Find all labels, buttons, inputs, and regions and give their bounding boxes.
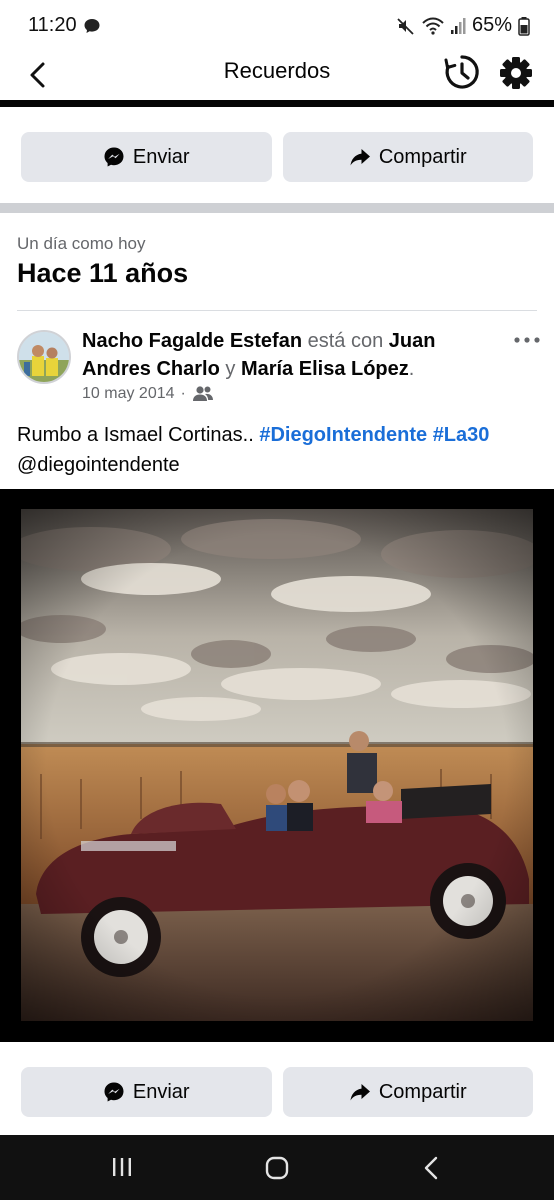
post-text-body: Rumbo a Ismael Cortinas.. <box>17 424 254 446</box>
with-text: está con <box>307 330 384 352</box>
bottom-action-row: Enviar Compartir <box>21 1067 533 1117</box>
more-dots-icon[interactable] <box>512 330 542 350</box>
top-action-row: Enviar Compartir <box>21 132 533 182</box>
share-arrow-icon <box>350 1084 370 1101</box>
history-icon[interactable] <box>443 53 481 91</box>
avatar-image <box>19 332 69 382</box>
tagged-person-2[interactable]: María Elisa López <box>241 358 409 380</box>
home-icon[interactable] <box>264 1155 290 1181</box>
memory-divider <box>17 310 537 311</box>
post-author[interactable]: Nacho Fagalde Estefan <box>82 330 302 352</box>
post-photo[interactable] <box>21 509 533 1021</box>
post-text: Rumbo a Ismael Cortinas.. #DiegoIntenden… <box>17 420 537 480</box>
header-divider <box>0 100 554 107</box>
date-separator: · <box>180 385 186 402</box>
message-notification-icon <box>84 19 100 33</box>
avatar[interactable] <box>17 330 71 384</box>
share-label: Compartir <box>378 145 467 168</box>
section-divider <box>0 203 554 213</box>
send-button[interactable]: Enviar <box>21 1067 272 1117</box>
share-button[interactable]: Compartir <box>282 132 533 182</box>
share-label: Compartir <box>378 1080 467 1103</box>
send-label: Enviar <box>132 145 190 168</box>
status-time: 11:20 <box>28 14 77 36</box>
send-label: Enviar <box>132 1080 190 1103</box>
status-bar: 11:20 65% <box>0 0 554 52</box>
navigation-bar <box>0 1135 554 1200</box>
send-button[interactable]: Enviar <box>21 132 272 182</box>
share-button[interactable]: Compartir <box>282 1067 533 1117</box>
friends-icon <box>192 386 213 401</box>
battery-icon <box>518 16 530 36</box>
messenger-icon <box>104 1082 124 1102</box>
gear-icon[interactable] <box>497 54 535 92</box>
post-meta: 10 may 2014 · <box>82 385 214 403</box>
share-arrow-icon <box>350 149 370 166</box>
mute-icon <box>397 17 414 35</box>
post-author-line: Nacho Fagalde Estefan está con Juan Andr… <box>82 327 502 383</box>
messenger-icon <box>104 147 124 167</box>
memory-title: Hace 11 años <box>17 258 189 288</box>
recent-apps-icon[interactable] <box>110 1155 134 1179</box>
status-indicators: 65% <box>396 14 530 37</box>
photo-frame[interactable] <box>0 489 554 1042</box>
memory-subtitle: Un día como hoy <box>17 234 146 253</box>
post-date[interactable]: 10 may 2014 <box>82 385 175 403</box>
period-text: . <box>408 358 415 380</box>
hashtag-link[interactable]: #DiegoIntendente <box>259 424 427 446</box>
hashtag-link[interactable]: #La30 <box>433 424 490 446</box>
signal-icon <box>450 17 466 34</box>
mention-text[interactable]: @diegointendente <box>17 454 180 476</box>
wifi-icon <box>422 17 444 35</box>
battery-percent: 65% <box>471 14 512 36</box>
and-text: y <box>225 358 236 380</box>
back-nav-icon[interactable] <box>420 1155 444 1181</box>
app-header: Recuerdos <box>0 52 554 100</box>
